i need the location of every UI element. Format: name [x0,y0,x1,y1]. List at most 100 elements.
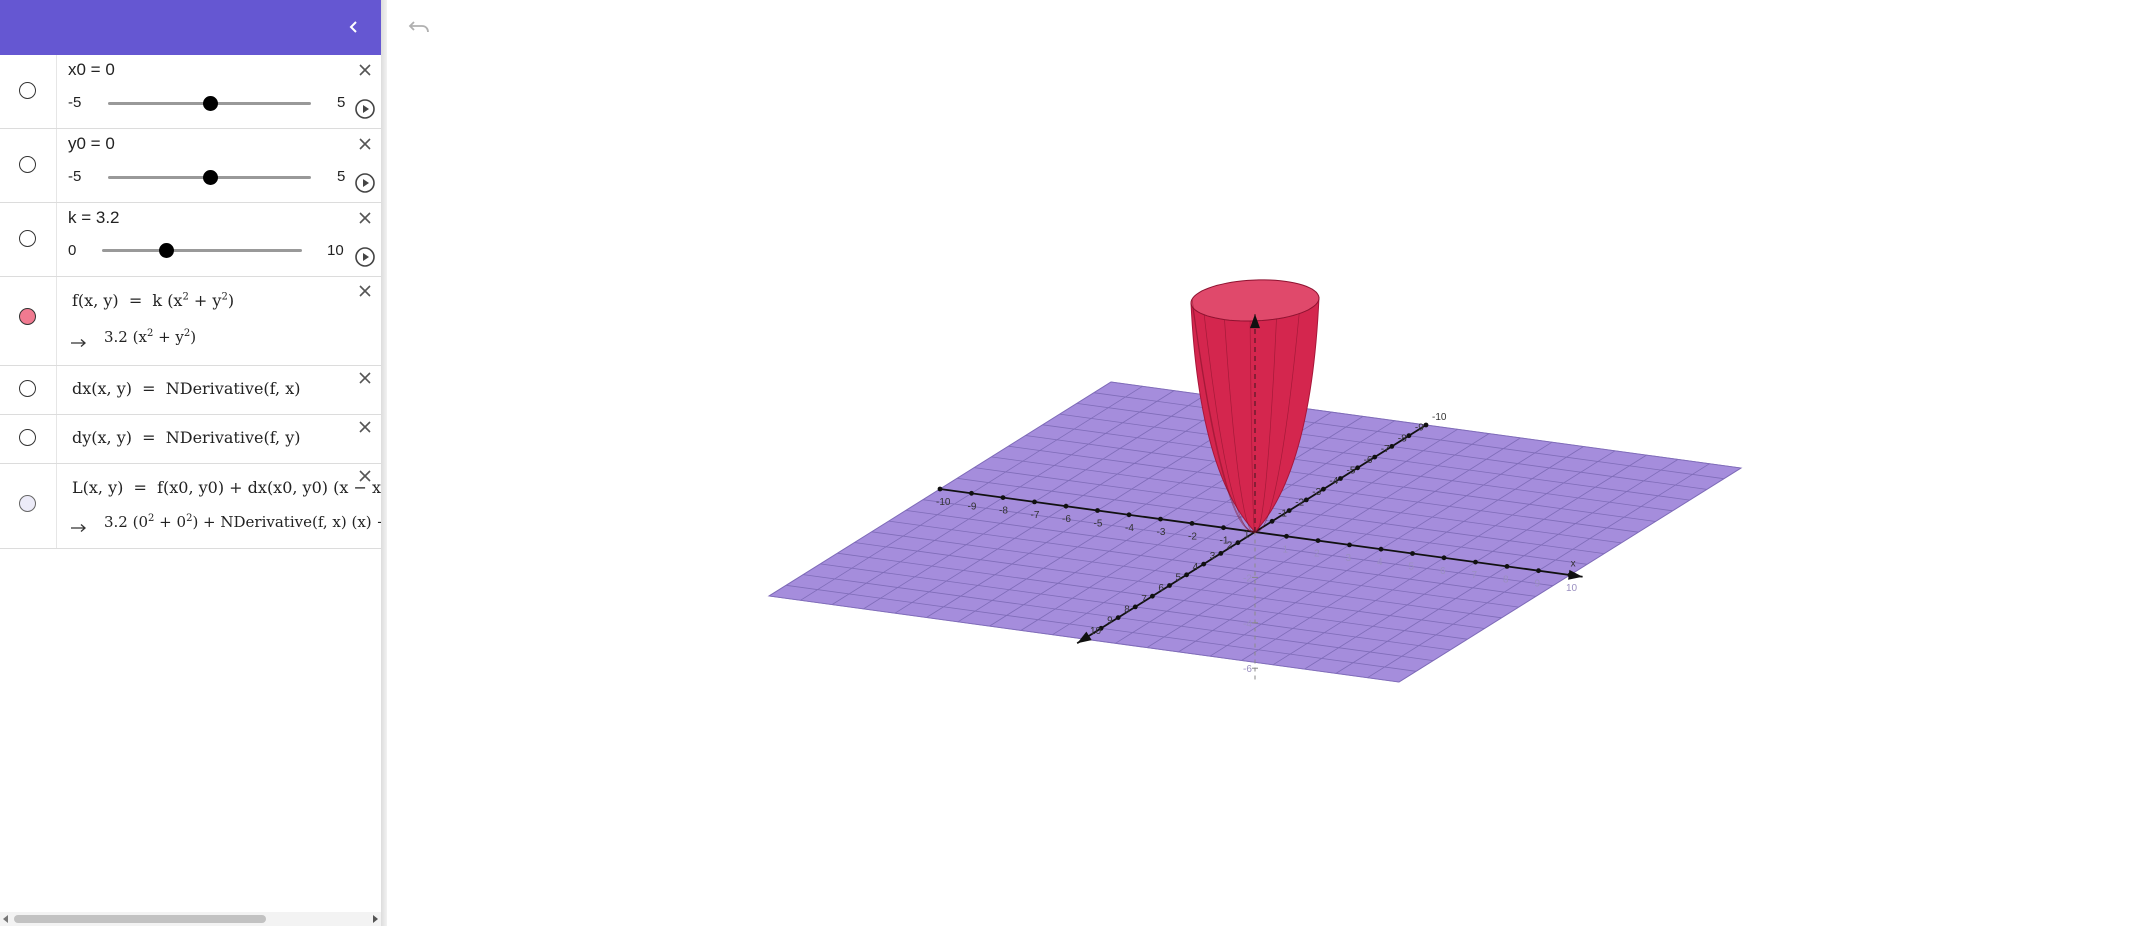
y-tick-mark [1423,422,1429,428]
visibility-toggle-dy[interactable] [19,429,36,446]
marble-cell [0,464,57,548]
z-tick-label: -4 [1243,619,1252,630]
slider-knob-y0[interactable] [202,170,218,185]
visibility-toggle-dx[interactable] [19,380,36,397]
panel-header [0,0,381,55]
y-tick-label: -7 [1381,444,1390,455]
x-tick-mark [1536,568,1541,574]
y-tick-label: 2 [1227,540,1233,551]
x-tick-label: 9 [1535,579,1541,590]
y-tick-mark [1081,636,1087,642]
y-tick-label: 5 [1176,573,1182,584]
slider-track-k[interactable] [102,243,302,258]
y-tick-label: -8 [1398,433,1407,444]
visibility-toggle-f[interactable] [19,308,36,325]
slider-title-x0[interactable]: x0 = 0 [68,60,115,80]
scroll-left-icon[interactable] [2,915,10,923]
x-tick-mark [937,486,943,492]
y-tick-label: 7 [1141,594,1147,605]
x-tick-mark [1567,572,1573,578]
chevron-left-icon[interactable] [341,14,367,40]
paren-close: ) [227,291,235,310]
x-tick-label: 2 [1314,549,1320,560]
scroll-right-icon[interactable] [371,915,379,923]
close-icon[interactable] [357,210,373,226]
y-tick-mark [1235,540,1241,546]
x-tick-mark [1410,551,1415,556]
scrollbar-thumb[interactable] [14,915,266,923]
slider-track-x0[interactable] [108,96,311,111]
close-icon[interactable] [357,419,373,435]
slider-title-y0[interactable]: y0 = 0 [68,134,115,154]
function-L-definition[interactable]: L(x, y) = f(x0, y0) + dx(x0, y0) (x − x0… [72,478,381,497]
x-tick-mark [1189,521,1195,526]
term-y: + y [153,328,184,346]
equals-sign: = [128,291,143,310]
y-tick-mark [1132,604,1138,610]
visibility-toggle-L[interactable] [19,495,36,512]
x-tick-mark [1095,508,1100,513]
close-icon[interactable] [357,283,373,299]
close-icon[interactable] [357,62,373,78]
slider-min-k: 0 [68,242,77,259]
marble-cell [0,55,57,128]
x-tick-label: -10 [936,497,951,508]
y-tick-label: 1 [1244,530,1250,541]
visibility-toggle-k[interactable] [19,230,36,247]
param-k: k [152,291,163,310]
x-tick-label: 6 [1440,566,1446,577]
y-tick-label: -9 [1415,423,1424,434]
algebra-panel: x0 = 0 -5 5 y0 = 0 -5 5 k = 3.2 0 10 f(x… [0,0,381,926]
function-f-definition[interactable]: f(x, y) = k (x2 + y2) [72,291,234,310]
output-part: + 0 [154,513,187,531]
horizontal-scrollbar[interactable] [0,912,381,926]
x-tick-mark [1378,546,1384,552]
x-tick-label: -4 [1125,523,1134,534]
play-icon[interactable] [354,246,376,268]
x-tick-mark [1032,499,1037,505]
play-icon[interactable] [354,172,376,194]
algebra-row-f: f(x, y) = k (x2 + y2) 3.2 (x2 + y2) [0,277,381,366]
x-tick-label: -2 [1188,531,1197,542]
term-y: + y [188,291,222,310]
x-tick-mark [1063,503,1069,509]
x-tick-mark [1473,559,1478,565]
x-tick-label: 3 [1346,553,1352,564]
algebra-row-x0: x0 = 0 -5 5 [0,55,381,129]
algebra-row-k: k = 3.2 0 10 [0,203,381,277]
x-tick-label: -8 [999,506,1008,517]
x-tick-label: 1 [1283,544,1289,555]
slider-max-y0: 5 [337,168,346,185]
close-icon[interactable] [357,370,373,386]
marble-cell [0,366,57,414]
graphics-3d-view[interactable]: -10 -9 -8 -7 -6 -5 -4 -3 -2 -11 2 3 4 5 6 7 8 9 10-10-9-8-… [387,0,2131,926]
close-icon[interactable] [357,468,373,484]
y-tick-mark [1201,561,1207,567]
visibility-toggle-y0[interactable] [19,156,36,173]
function-dx-definition[interactable]: dx(x, y) = NDerivative(f, x) [72,379,300,398]
slider-knob-x0[interactable] [202,96,218,111]
y-tick-mark [1372,454,1378,460]
z-tick-label: -2 [1243,573,1252,584]
y-tick-label: -10 [1432,412,1447,423]
function-dy-definition[interactable]: dy(x, y) = NDerivative(f, y) [72,428,301,447]
term-x: (x [132,328,147,346]
marble-cell [0,277,57,365]
y-tick-mark [1115,615,1121,620]
function-f-output: 3.2 (x2 + y2) [104,328,196,346]
x-tick-label: 10 [1566,583,1578,594]
y-tick-mark [1303,497,1309,503]
slider-title-k[interactable]: k = 3.2 [68,208,120,228]
y-tick-mark [1167,583,1172,588]
x-tick-mark [1441,555,1447,561]
x-tick-label: -5 [1094,519,1103,530]
marble-cell [0,415,57,463]
close-icon[interactable] [357,136,373,152]
visibility-toggle-x0[interactable] [19,82,36,99]
y-tick-mark [1269,518,1275,524]
x-tick-label: 4 [1377,557,1383,568]
play-icon[interactable] [354,98,376,120]
slider-knob-k[interactable] [159,243,174,258]
slider-track-y0[interactable] [108,170,311,185]
x-tick-mark [1221,525,1226,531]
